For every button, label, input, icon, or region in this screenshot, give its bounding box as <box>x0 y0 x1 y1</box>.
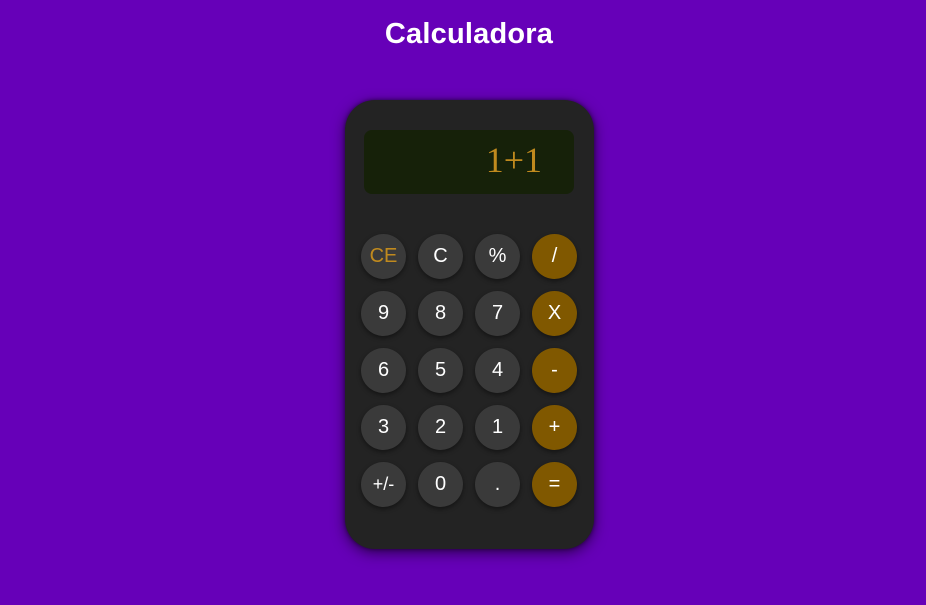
clear-button[interactable]: C <box>418 234 463 279</box>
digit-3-button[interactable]: 3 <box>361 405 406 450</box>
equals-button[interactable]: = <box>532 462 577 507</box>
digit-2-button[interactable]: 2 <box>418 405 463 450</box>
minus-button[interactable]: - <box>532 348 577 393</box>
digit-6-button[interactable]: 6 <box>361 348 406 393</box>
digit-1-button[interactable]: 1 <box>475 405 520 450</box>
percent-button[interactable]: % <box>475 234 520 279</box>
multiply-button[interactable]: X <box>532 291 577 336</box>
calculator: 1+1 CE C % / 9 8 7 X 6 5 4 - 3 2 1 + +/-… <box>345 100 594 549</box>
decimal-button[interactable]: . <box>475 462 520 507</box>
negate-button[interactable]: +/- <box>361 462 406 507</box>
divide-button[interactable]: / <box>532 234 577 279</box>
digit-8-button[interactable]: 8 <box>418 291 463 336</box>
clear-entry-button[interactable]: CE <box>361 234 406 279</box>
digit-4-button[interactable]: 4 <box>475 348 520 393</box>
plus-button[interactable]: + <box>532 405 577 450</box>
page-title: Calculadora <box>384 18 554 50</box>
digit-5-button[interactable]: 5 <box>418 348 463 393</box>
keypad: CE C % / 9 8 7 X 6 5 4 - 3 2 1 + +/- 0 .… <box>361 234 577 507</box>
digit-7-button[interactable]: 7 <box>475 291 520 336</box>
digit-0-button[interactable]: 0 <box>418 462 463 507</box>
calculator-display: 1+1 <box>364 130 574 194</box>
digit-9-button[interactable]: 9 <box>361 291 406 336</box>
